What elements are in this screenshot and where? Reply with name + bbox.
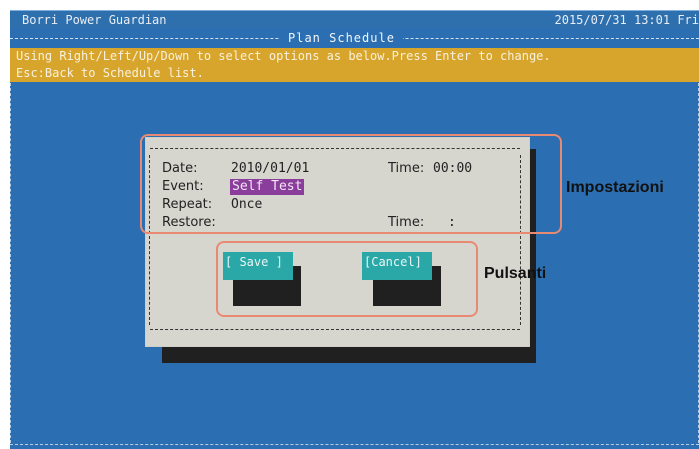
settings-annotation-box — [140, 134, 562, 234]
instruction-line-2: Esc:Back to Schedule list. — [16, 65, 699, 82]
frame-left-border — [10, 83, 11, 443]
app-title: Borri Power Guardian — [22, 11, 167, 29]
instruction-line-1: Using Right/Left/Up/Down to select optio… — [16, 48, 699, 65]
section-title: Plan Schedule — [280, 30, 403, 46]
buttons-annotation-label: Pulsanti — [484, 264, 546, 284]
title-bar: Borri Power Guardian 2015/07/31 13:01 Fr… — [10, 11, 699, 29]
frame-bottom-border — [10, 444, 699, 445]
datetime: 2015/07/31 13:01 Fri — [555, 11, 699, 29]
buttons-annotation-box — [216, 241, 478, 317]
settings-annotation-label: Impostazioni — [566, 178, 664, 198]
instruction-bar: Using Right/Left/Up/Down to select optio… — [10, 48, 699, 82]
